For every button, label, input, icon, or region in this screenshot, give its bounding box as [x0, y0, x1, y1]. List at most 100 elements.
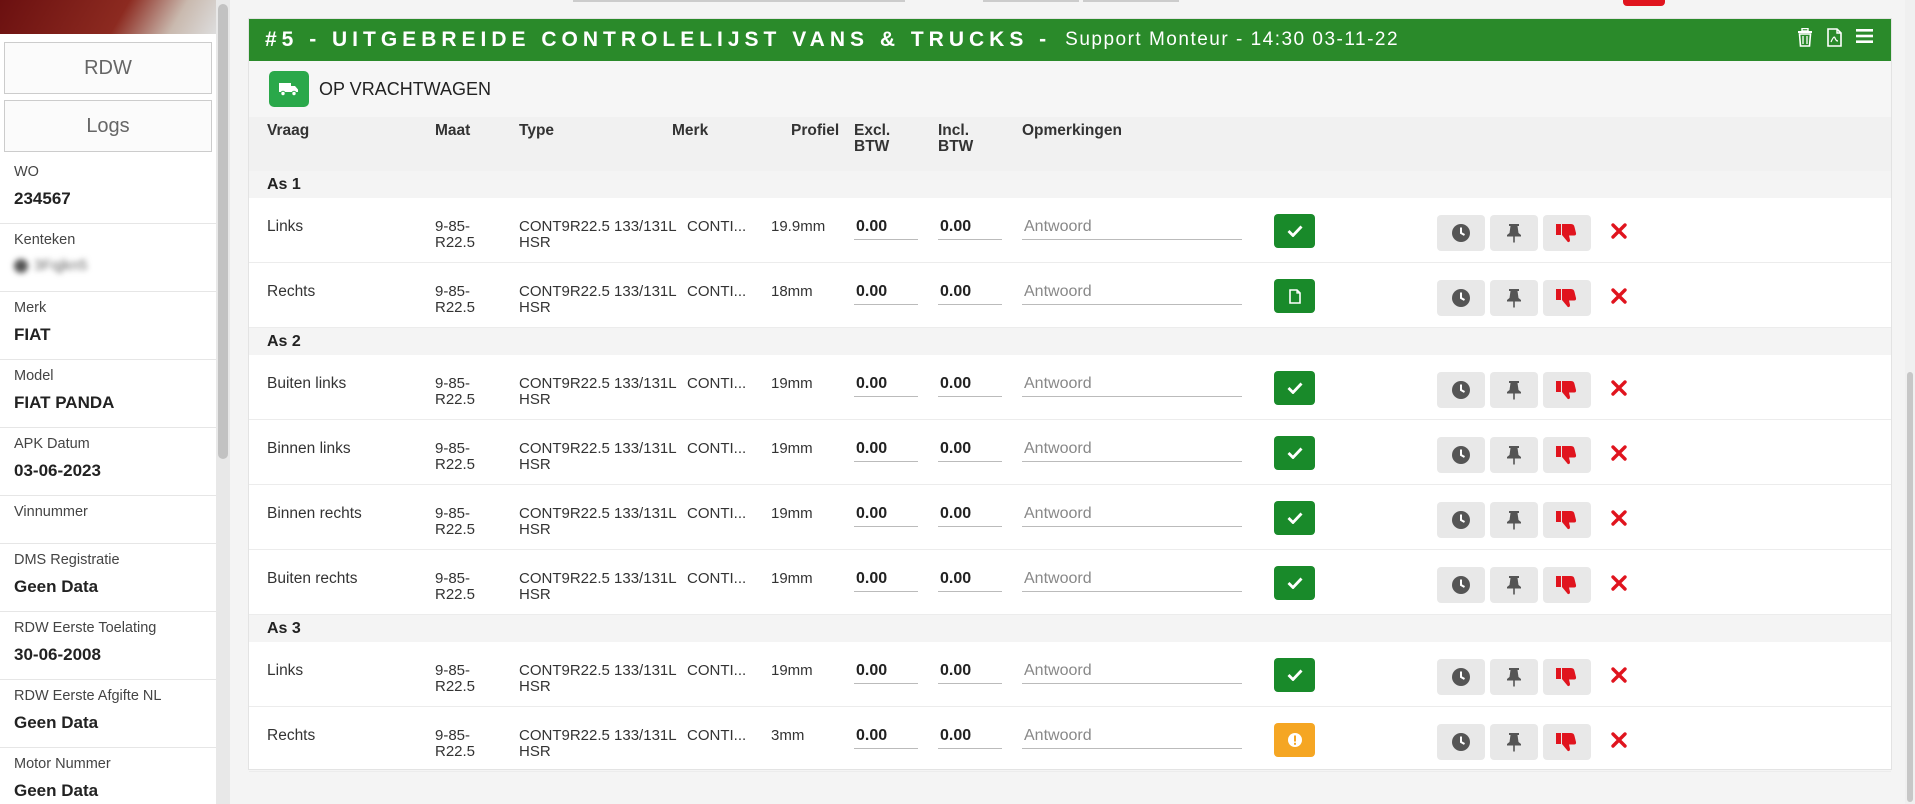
antwoord-input[interactable]	[1022, 501, 1242, 527]
remove-button[interactable]	[1609, 508, 1631, 530]
pin-button[interactable]	[1490, 215, 1538, 251]
remove-button[interactable]	[1609, 665, 1631, 687]
excl-btw-input[interactable]	[854, 214, 918, 240]
incl-btw-input[interactable]	[938, 658, 1002, 684]
thumbs-down-icon	[1556, 445, 1578, 465]
history-button[interactable]	[1437, 567, 1485, 603]
table-row: Rechts 9-85-R22.5 CONT9R22.5 133/131L HSR C…	[249, 263, 1891, 328]
dislike-button[interactable]	[1543, 280, 1591, 316]
pin-button[interactable]	[1490, 437, 1538, 473]
info-label: Merk	[14, 300, 47, 316]
history-button[interactable]	[1437, 215, 1485, 251]
menu-icon[interactable]	[1856, 28, 1873, 52]
remove-button[interactable]	[1609, 286, 1631, 308]
pin-button[interactable]	[1490, 659, 1538, 695]
pin-button[interactable]	[1490, 567, 1538, 603]
antwoord-input[interactable]	[1022, 658, 1242, 684]
info-item-model: Model FIAT PANDA	[0, 360, 216, 428]
info-item-rdw-eerste-afgifte-nl: RDW Eerste Afgifte NL Geen Data	[0, 680, 216, 748]
excl-btw-input[interactable]	[854, 279, 918, 305]
document-button[interactable]	[1274, 279, 1315, 313]
history-button[interactable]	[1437, 502, 1485, 538]
antwoord-input[interactable]	[1022, 371, 1242, 397]
antwoord-input[interactable]	[1022, 723, 1242, 749]
dislike-button[interactable]	[1543, 724, 1591, 760]
approve-check-button[interactable]	[1274, 501, 1315, 535]
pin-button[interactable]	[1490, 280, 1538, 316]
remove-button[interactable]	[1609, 730, 1631, 752]
dislike-button[interactable]	[1543, 215, 1591, 251]
pin-button[interactable]	[1490, 502, 1538, 538]
excl-btw-input[interactable]	[854, 501, 918, 527]
reject-button[interactable]	[1623, 0, 1665, 6]
col-opmerkingen: Opmerkingen	[1022, 122, 1122, 139]
incl-btw-input[interactable]	[938, 279, 1002, 305]
info-label: RDW Eerste Afgifte NL	[14, 688, 162, 704]
clock-icon	[1451, 575, 1471, 595]
excl-btw-input[interactable]	[854, 371, 918, 397]
remove-button[interactable]	[1609, 221, 1631, 243]
section-title: OP VRACHTWAGEN	[249, 61, 1891, 117]
history-button[interactable]	[1437, 724, 1485, 760]
dislike-button[interactable]	[1543, 502, 1591, 538]
history-button[interactable]	[1437, 437, 1485, 473]
approve-check-button[interactable]	[1274, 566, 1315, 600]
dislike-button[interactable]	[1543, 372, 1591, 408]
thumbs-down-icon	[1556, 223, 1578, 243]
warning-button[interactable]	[1274, 723, 1315, 757]
dislike-button[interactable]	[1543, 567, 1591, 603]
pin-button[interactable]	[1490, 724, 1538, 760]
logs-button[interactable]: Logs	[4, 100, 212, 152]
cell-type: CONT9R22.5 133/131L HSR	[519, 727, 677, 760]
info-label: DMS Registratie	[14, 552, 120, 568]
input-underline	[573, 0, 905, 2]
incl-btw-input[interactable]	[938, 566, 1002, 592]
approve-check-button[interactable]	[1274, 436, 1315, 470]
license-plate-value: 3Fqjkn5	[34, 257, 88, 274]
history-button[interactable]	[1437, 659, 1485, 695]
excl-btw-input[interactable]	[854, 566, 918, 592]
antwoord-input[interactable]	[1022, 279, 1242, 305]
pdf-icon[interactable]	[1827, 28, 1842, 52]
scrollbar-thumb[interactable]	[1907, 372, 1913, 802]
approve-check-button[interactable]	[1274, 214, 1315, 248]
col-maat: Maat	[435, 122, 471, 139]
col-excl-line2: BTW	[854, 138, 890, 155]
incl-btw-input[interactable]	[938, 436, 1002, 462]
remove-button[interactable]	[1609, 443, 1631, 465]
pin-icon	[1506, 223, 1522, 243]
dislike-button[interactable]	[1543, 659, 1591, 695]
remove-button[interactable]	[1609, 573, 1631, 595]
trash-icon[interactable]	[1797, 27, 1813, 52]
info-value: 30-06-2008	[14, 645, 101, 664]
main-scrollbar[interactable]	[1905, 0, 1915, 804]
excl-btw-input[interactable]	[854, 723, 918, 749]
cell-type: CONT9R22.5 133/131L HSR	[519, 218, 677, 251]
pin-icon	[1506, 575, 1522, 595]
remove-button[interactable]	[1609, 378, 1631, 400]
incl-btw-input[interactable]	[938, 723, 1002, 749]
history-button[interactable]	[1437, 280, 1485, 316]
excl-btw-input[interactable]	[854, 658, 918, 684]
previous-section-remnant	[248, 0, 1890, 18]
incl-btw-input[interactable]	[938, 371, 1002, 397]
col-incl-btw: Incl. BTW	[938, 123, 973, 155]
sidebar-scrollbar[interactable]	[216, 0, 230, 804]
info-item-motor-nummer: Motor Nummer Geen Data	[0, 748, 216, 804]
excl-btw-input[interactable]	[854, 436, 918, 462]
info-item-kenteken: Kenteken 3Fqjkn5	[0, 224, 216, 292]
antwoord-input[interactable]	[1022, 214, 1242, 240]
antwoord-input[interactable]	[1022, 436, 1242, 462]
rdw-button[interactable]: RDW	[4, 42, 212, 94]
approve-check-button[interactable]	[1274, 658, 1315, 692]
incl-btw-input[interactable]	[938, 501, 1002, 527]
approve-check-button[interactable]	[1274, 371, 1315, 405]
incl-btw-input[interactable]	[938, 214, 1002, 240]
history-button[interactable]	[1437, 372, 1485, 408]
antwoord-input[interactable]	[1022, 566, 1242, 592]
group-label: As 2	[267, 333, 301, 350]
pin-button[interactable]	[1490, 372, 1538, 408]
scrollbar-thumb[interactable]	[218, 4, 228, 459]
col-excl-btw: Excl. BTW	[854, 123, 890, 155]
dislike-button[interactable]	[1543, 437, 1591, 473]
